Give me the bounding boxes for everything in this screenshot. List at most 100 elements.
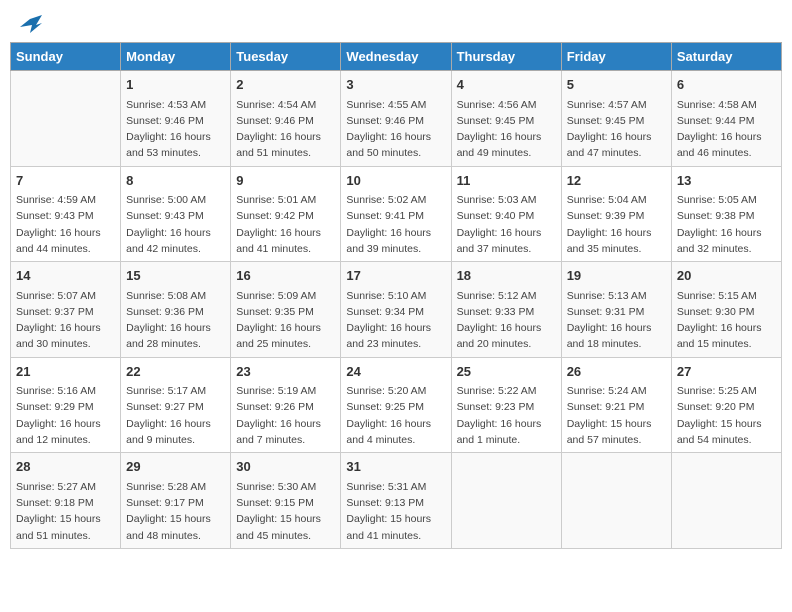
day-header-sunday: Sunday	[11, 43, 121, 71]
day-info: Sunrise: 5:08 AMSunset: 9:36 PMDaylight:…	[126, 288, 225, 353]
day-info: Sunrise: 5:05 AMSunset: 9:38 PMDaylight:…	[677, 192, 776, 257]
logo	[18, 15, 42, 29]
day-info: Sunrise: 5:19 AMSunset: 9:26 PMDaylight:…	[236, 383, 335, 448]
day-info: Sunrise: 4:59 AMSunset: 9:43 PMDaylight:…	[16, 192, 115, 257]
calendar-cell: 3Sunrise: 4:55 AMSunset: 9:46 PMDaylight…	[341, 71, 451, 167]
day-number: 5	[567, 75, 666, 95]
calendar-table: SundayMondayTuesdayWednesdayThursdayFrid…	[10, 42, 782, 549]
calendar-cell: 14Sunrise: 5:07 AMSunset: 9:37 PMDayligh…	[11, 262, 121, 358]
calendar-cell: 30Sunrise: 5:30 AMSunset: 9:15 PMDayligh…	[231, 453, 341, 549]
day-number: 18	[457, 266, 556, 286]
day-number: 16	[236, 266, 335, 286]
calendar-cell: 20Sunrise: 5:15 AMSunset: 9:30 PMDayligh…	[671, 262, 781, 358]
day-number: 26	[567, 362, 666, 382]
day-number: 30	[236, 457, 335, 477]
calendar-cell	[11, 71, 121, 167]
day-number: 12	[567, 171, 666, 191]
day-number: 13	[677, 171, 776, 191]
calendar-cell: 27Sunrise: 5:25 AMSunset: 9:20 PMDayligh…	[671, 357, 781, 453]
calendar-cell: 28Sunrise: 5:27 AMSunset: 9:18 PMDayligh…	[11, 453, 121, 549]
day-header-thursday: Thursday	[451, 43, 561, 71]
calendar-cell	[451, 453, 561, 549]
calendar-week-row: 21Sunrise: 5:16 AMSunset: 9:29 PMDayligh…	[11, 357, 782, 453]
day-info: Sunrise: 4:57 AMSunset: 9:45 PMDaylight:…	[567, 97, 666, 162]
calendar-cell: 22Sunrise: 5:17 AMSunset: 9:27 PMDayligh…	[121, 357, 231, 453]
calendar-week-row: 28Sunrise: 5:27 AMSunset: 9:18 PMDayligh…	[11, 453, 782, 549]
calendar-cell: 18Sunrise: 5:12 AMSunset: 9:33 PMDayligh…	[451, 262, 561, 358]
calendar-cell: 19Sunrise: 5:13 AMSunset: 9:31 PMDayligh…	[561, 262, 671, 358]
calendar-cell: 23Sunrise: 5:19 AMSunset: 9:26 PMDayligh…	[231, 357, 341, 453]
day-info: Sunrise: 5:25 AMSunset: 9:20 PMDaylight:…	[677, 383, 776, 448]
calendar-cell: 10Sunrise: 5:02 AMSunset: 9:41 PMDayligh…	[341, 166, 451, 262]
day-header-tuesday: Tuesday	[231, 43, 341, 71]
day-info: Sunrise: 5:13 AMSunset: 9:31 PMDaylight:…	[567, 288, 666, 353]
calendar-header-row: SundayMondayTuesdayWednesdayThursdayFrid…	[11, 43, 782, 71]
calendar-cell: 7Sunrise: 4:59 AMSunset: 9:43 PMDaylight…	[11, 166, 121, 262]
day-number: 17	[346, 266, 445, 286]
calendar-cell	[671, 453, 781, 549]
day-number: 7	[16, 171, 115, 191]
day-info: Sunrise: 4:58 AMSunset: 9:44 PMDaylight:…	[677, 97, 776, 162]
page-header	[10, 10, 782, 34]
day-info: Sunrise: 5:12 AMSunset: 9:33 PMDaylight:…	[457, 288, 556, 353]
day-number: 31	[346, 457, 445, 477]
calendar-cell: 31Sunrise: 5:31 AMSunset: 9:13 PMDayligh…	[341, 453, 451, 549]
day-number: 22	[126, 362, 225, 382]
day-header-wednesday: Wednesday	[341, 43, 451, 71]
day-number: 11	[457, 171, 556, 191]
day-number: 29	[126, 457, 225, 477]
day-number: 6	[677, 75, 776, 95]
calendar-cell: 26Sunrise: 5:24 AMSunset: 9:21 PMDayligh…	[561, 357, 671, 453]
calendar-week-row: 1Sunrise: 4:53 AMSunset: 9:46 PMDaylight…	[11, 71, 782, 167]
day-info: Sunrise: 5:09 AMSunset: 9:35 PMDaylight:…	[236, 288, 335, 353]
calendar-cell: 9Sunrise: 5:01 AMSunset: 9:42 PMDaylight…	[231, 166, 341, 262]
day-number: 21	[16, 362, 115, 382]
day-info: Sunrise: 5:00 AMSunset: 9:43 PMDaylight:…	[126, 192, 225, 257]
calendar-cell: 13Sunrise: 5:05 AMSunset: 9:38 PMDayligh…	[671, 166, 781, 262]
day-info: Sunrise: 5:22 AMSunset: 9:23 PMDaylight:…	[457, 383, 556, 448]
day-number: 4	[457, 75, 556, 95]
day-number: 23	[236, 362, 335, 382]
day-info: Sunrise: 5:17 AMSunset: 9:27 PMDaylight:…	[126, 383, 225, 448]
day-info: Sunrise: 4:56 AMSunset: 9:45 PMDaylight:…	[457, 97, 556, 162]
calendar-cell: 8Sunrise: 5:00 AMSunset: 9:43 PMDaylight…	[121, 166, 231, 262]
day-info: Sunrise: 5:28 AMSunset: 9:17 PMDaylight:…	[126, 479, 225, 544]
calendar-cell: 16Sunrise: 5:09 AMSunset: 9:35 PMDayligh…	[231, 262, 341, 358]
day-info: Sunrise: 5:31 AMSunset: 9:13 PMDaylight:…	[346, 479, 445, 544]
day-info: Sunrise: 5:15 AMSunset: 9:30 PMDaylight:…	[677, 288, 776, 353]
day-number: 9	[236, 171, 335, 191]
calendar-cell: 1Sunrise: 4:53 AMSunset: 9:46 PMDaylight…	[121, 71, 231, 167]
day-info: Sunrise: 4:53 AMSunset: 9:46 PMDaylight:…	[126, 97, 225, 162]
day-header-saturday: Saturday	[671, 43, 781, 71]
day-number: 8	[126, 171, 225, 191]
day-number: 10	[346, 171, 445, 191]
calendar-week-row: 14Sunrise: 5:07 AMSunset: 9:37 PMDayligh…	[11, 262, 782, 358]
calendar-cell: 15Sunrise: 5:08 AMSunset: 9:36 PMDayligh…	[121, 262, 231, 358]
day-info: Sunrise: 5:01 AMSunset: 9:42 PMDaylight:…	[236, 192, 335, 257]
day-header-friday: Friday	[561, 43, 671, 71]
day-info: Sunrise: 5:03 AMSunset: 9:40 PMDaylight:…	[457, 192, 556, 257]
day-info: Sunrise: 5:27 AMSunset: 9:18 PMDaylight:…	[16, 479, 115, 544]
day-header-monday: Monday	[121, 43, 231, 71]
day-number: 15	[126, 266, 225, 286]
logo-bird-icon	[20, 15, 42, 35]
day-number: 27	[677, 362, 776, 382]
day-info: Sunrise: 5:24 AMSunset: 9:21 PMDaylight:…	[567, 383, 666, 448]
calendar-cell: 6Sunrise: 4:58 AMSunset: 9:44 PMDaylight…	[671, 71, 781, 167]
day-number: 24	[346, 362, 445, 382]
day-info: Sunrise: 5:20 AMSunset: 9:25 PMDaylight:…	[346, 383, 445, 448]
calendar-cell: 29Sunrise: 5:28 AMSunset: 9:17 PMDayligh…	[121, 453, 231, 549]
day-info: Sunrise: 5:30 AMSunset: 9:15 PMDaylight:…	[236, 479, 335, 544]
day-number: 19	[567, 266, 666, 286]
day-info: Sunrise: 4:55 AMSunset: 9:46 PMDaylight:…	[346, 97, 445, 162]
day-info: Sunrise: 5:07 AMSunset: 9:37 PMDaylight:…	[16, 288, 115, 353]
calendar-cell	[561, 453, 671, 549]
day-info: Sunrise: 5:16 AMSunset: 9:29 PMDaylight:…	[16, 383, 115, 448]
day-info: Sunrise: 5:04 AMSunset: 9:39 PMDaylight:…	[567, 192, 666, 257]
calendar-cell: 24Sunrise: 5:20 AMSunset: 9:25 PMDayligh…	[341, 357, 451, 453]
day-info: Sunrise: 5:10 AMSunset: 9:34 PMDaylight:…	[346, 288, 445, 353]
day-number: 14	[16, 266, 115, 286]
calendar-cell: 12Sunrise: 5:04 AMSunset: 9:39 PMDayligh…	[561, 166, 671, 262]
calendar-cell: 17Sunrise: 5:10 AMSunset: 9:34 PMDayligh…	[341, 262, 451, 358]
day-number: 25	[457, 362, 556, 382]
